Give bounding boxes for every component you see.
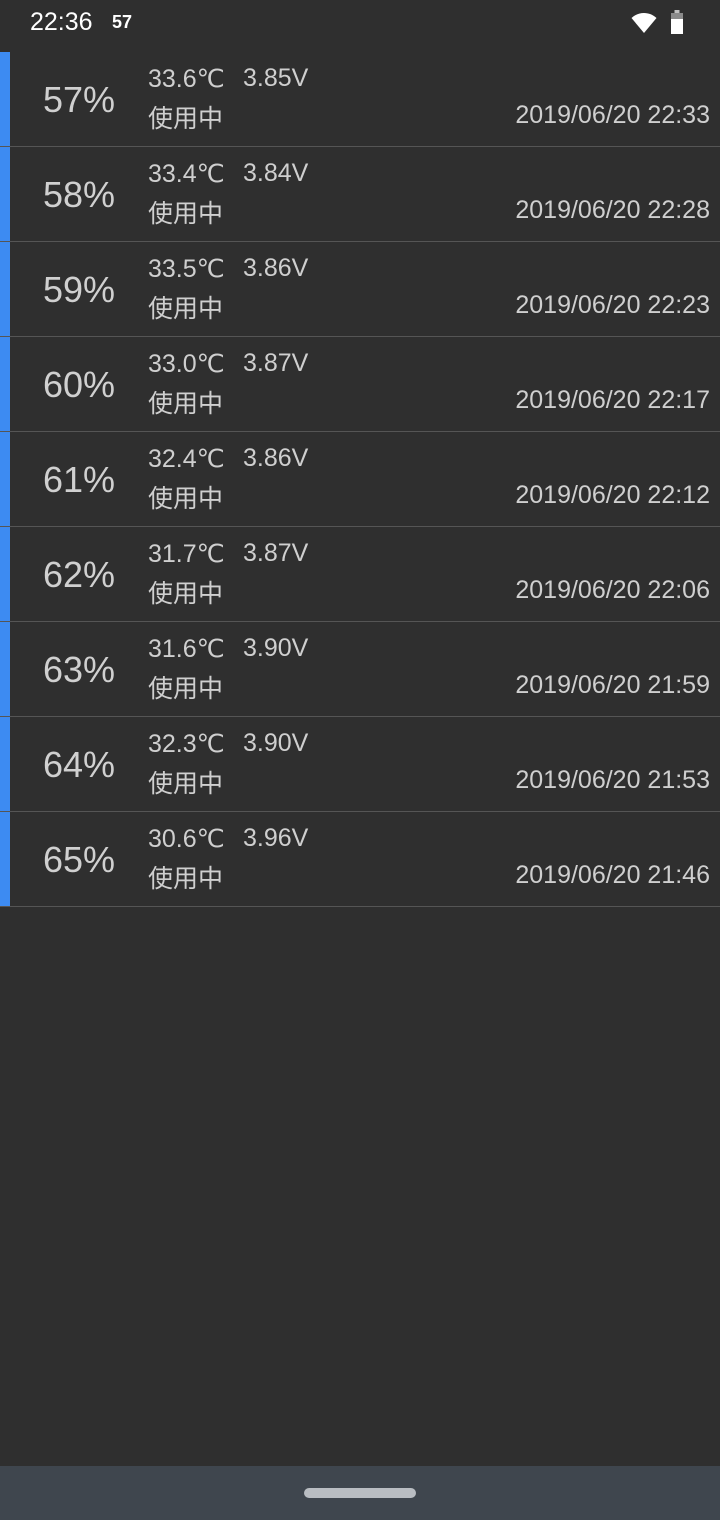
battery-history-list: 57% 33.6℃ 3.85V 使用中 2019/06/20 22:33 58% 33.4℃… [0, 52, 720, 907]
usage-status: 使用中 [148, 769, 224, 798]
voltage-value: 3.85V [243, 64, 309, 92]
record-datetime: 2019/06/20 22:17 [515, 386, 710, 414]
temperature-value: 31.6℃ [148, 635, 225, 663]
temperature-value: 31.7℃ [148, 540, 225, 568]
row-accent-bar [0, 812, 10, 906]
navigation-bar [0, 1466, 720, 1520]
row-accent-bar [0, 52, 10, 146]
record-datetime: 2019/06/20 22:06 [515, 576, 710, 604]
row-accent-bar [0, 717, 10, 811]
history-row[interactable]: 57% 33.6℃ 3.85V 使用中 2019/06/20 22:33 [0, 52, 720, 147]
usage-status: 使用中 [148, 389, 224, 418]
temperature-value: 33.0℃ [148, 350, 225, 378]
row-accent-bar [0, 147, 10, 241]
voltage-value: 3.90V [243, 634, 309, 662]
voltage-value: 3.84V [243, 159, 309, 187]
home-gesture-handle[interactable] [304, 1488, 416, 1498]
history-row[interactable]: 63% 31.6℃ 3.90V 使用中 2019/06/20 21:59 [0, 622, 720, 717]
record-datetime: 2019/06/20 22:33 [515, 101, 710, 129]
temperature-value: 30.6℃ [148, 825, 225, 853]
history-row[interactable]: 58% 33.4℃ 3.84V 使用中 2019/06/20 22:28 [0, 147, 720, 242]
usage-status: 使用中 [148, 294, 224, 323]
battery-percent: 59% [43, 269, 116, 310]
battery-percent: 61% [43, 459, 116, 500]
battery-percent: 65% [43, 839, 116, 880]
battery-percent: 62% [43, 554, 116, 595]
row-accent-bar [0, 337, 10, 431]
history-row[interactable]: 59% 33.5℃ 3.86V 使用中 2019/06/20 22:23 [0, 242, 720, 337]
history-row[interactable]: 62% 31.7℃ 3.87V 使用中 2019/06/20 22:06 [0, 527, 720, 622]
temperature-value: 32.4℃ [148, 445, 225, 473]
battery-percent: 58% [43, 174, 116, 215]
row-accent-bar [0, 432, 10, 526]
row-accent-bar [0, 527, 10, 621]
voltage-value: 3.96V [243, 824, 309, 852]
status-bar: 22:36 57 [0, 0, 720, 52]
voltage-value: 3.86V [243, 254, 309, 282]
record-datetime: 2019/06/20 21:59 [515, 671, 710, 699]
voltage-value: 3.87V [243, 539, 309, 567]
temperature-value: 32.3℃ [148, 730, 225, 758]
usage-status: 使用中 [148, 864, 224, 893]
history-row[interactable]: 64% 32.3℃ 3.90V 使用中 2019/06/20 21:53 [0, 717, 720, 812]
status-time: 22:36 [30, 8, 93, 36]
record-datetime: 2019/06/20 22:23 [515, 291, 710, 319]
wifi-icon [631, 13, 657, 33]
record-datetime: 2019/06/20 21:53 [515, 766, 710, 794]
voltage-value: 3.90V [243, 729, 309, 757]
battery-percent: 64% [43, 744, 116, 785]
voltage-value: 3.87V [243, 349, 309, 377]
row-accent-bar [0, 622, 10, 716]
usage-status: 使用中 [148, 484, 224, 513]
temperature-value: 33.5℃ [148, 255, 225, 283]
temperature-value: 33.6℃ [148, 65, 225, 93]
record-datetime: 2019/06/20 22:12 [515, 481, 710, 509]
record-datetime: 2019/06/20 21:46 [515, 861, 710, 889]
screen: 22:36 57 57% 33.6℃ 3.85V 使用中 2019/06/20 22:3… [0, 0, 720, 1520]
usage-status: 使用中 [148, 199, 224, 228]
usage-status: 使用中 [148, 579, 224, 608]
usage-status: 使用中 [148, 674, 224, 703]
history-row[interactable]: 65% 30.6℃ 3.96V 使用中 2019/06/20 21:46 [0, 812, 720, 907]
history-row[interactable]: 60% 33.0℃ 3.87V 使用中 2019/06/20 22:17 [0, 337, 720, 432]
battery-icon [671, 10, 683, 34]
usage-status: 使用中 [148, 104, 224, 133]
battery-percent: 60% [43, 364, 116, 405]
voltage-value: 3.86V [243, 444, 309, 472]
row-accent-bar [0, 242, 10, 336]
notification-indicator: 57 [112, 12, 133, 32]
temperature-value: 33.4℃ [148, 160, 225, 188]
battery-percent: 57% [43, 79, 116, 120]
record-datetime: 2019/06/20 22:28 [515, 196, 710, 224]
history-row[interactable]: 61% 32.4℃ 3.86V 使用中 2019/06/20 22:12 [0, 432, 720, 527]
battery-percent: 63% [43, 649, 116, 690]
